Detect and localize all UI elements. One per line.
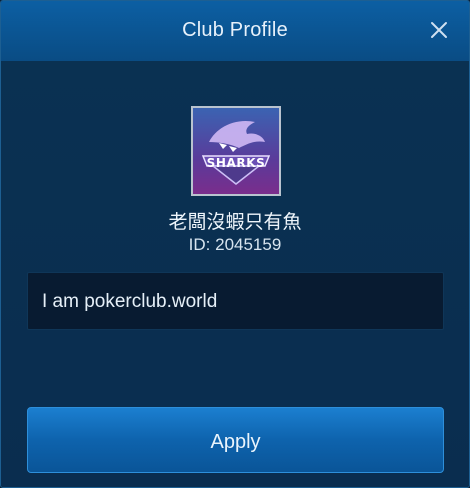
dialog-header: Club Profile bbox=[1, 1, 469, 62]
club-id: ID: 2045159 bbox=[188, 235, 282, 254]
close-icon[interactable] bbox=[427, 18, 451, 42]
club-name: 老闆沒蝦只有魚 bbox=[168, 212, 302, 233]
dialog-body: SHARKS 老闆沒蝦只有魚 ID: 2045159 I am pokerclu… bbox=[1, 61, 469, 487]
club-description-field[interactable]: I am pokerclub.world bbox=[27, 272, 444, 330]
apply-button[interactable]: Apply bbox=[27, 407, 444, 473]
apply-button-label: Apply bbox=[210, 431, 261, 453]
club-logo-text: SHARKS bbox=[206, 156, 266, 170]
club-logo: SHARKS bbox=[191, 106, 281, 196]
club-description-text: I am pokerclub.world bbox=[42, 291, 218, 312]
dialog-title: Club Profile bbox=[182, 19, 288, 41]
club-profile-dialog: Club Profile SHARKS 老闆沒蝦只有魚 ID: 2045159 … bbox=[0, 0, 470, 488]
